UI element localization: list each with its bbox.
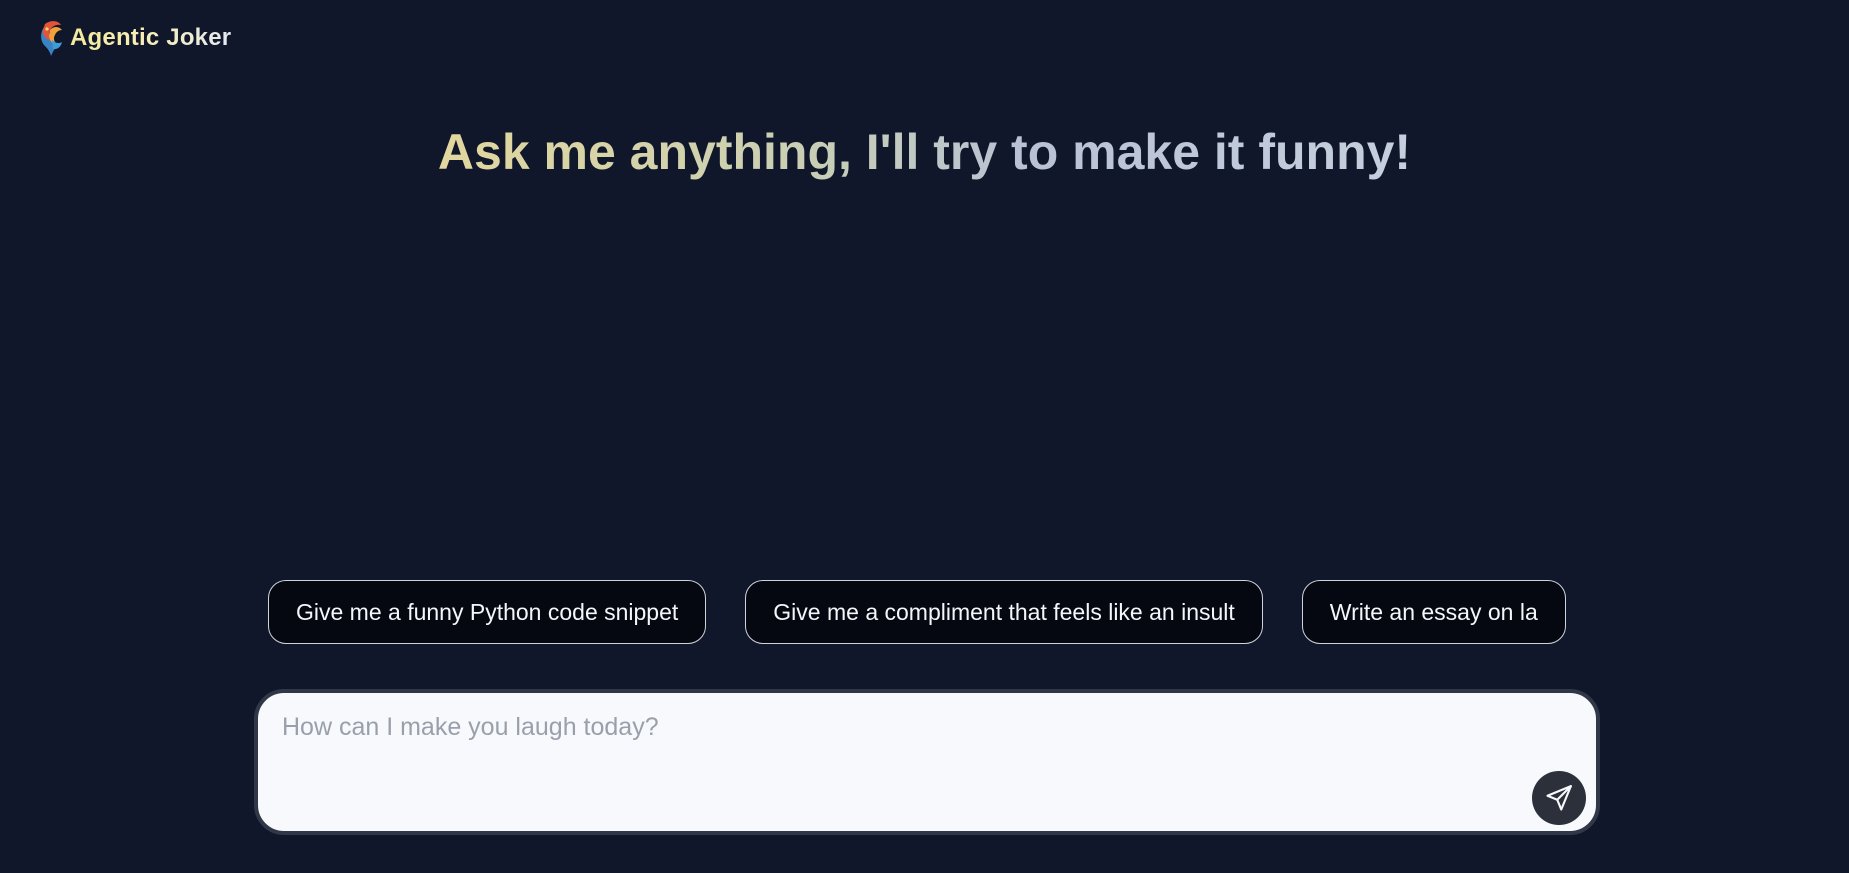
app-page: Agentic Joker Ask me anything, I'll try … <box>0 0 1849 873</box>
app-name: Agentic Joker <box>70 24 232 51</box>
joker-logo-icon <box>41 21 62 56</box>
hero-headline: Ask me anything, I'll try to make it fun… <box>0 120 1849 184</box>
send-button[interactable] <box>1532 771 1586 825</box>
suggestion-list: Give me a funny Python code snippet Give … <box>268 580 1601 645</box>
suggestion-chip[interactable]: Write an essay on la <box>1301 580 1566 644</box>
brand[interactable]: Agentic Joker <box>38 19 231 57</box>
hero-headline-text: Ask me anything, I'll try to make it fun… <box>437 124 1412 180</box>
send-icon <box>1546 785 1572 811</box>
message-input[interactable] <box>282 713 1542 813</box>
suggestion-chip[interactable]: Give me a compliment that feels like an … <box>745 580 1263 644</box>
suggestion-chip[interactable]: Give me a funny Python code snippet <box>268 580 707 644</box>
message-composer <box>254 689 1600 835</box>
